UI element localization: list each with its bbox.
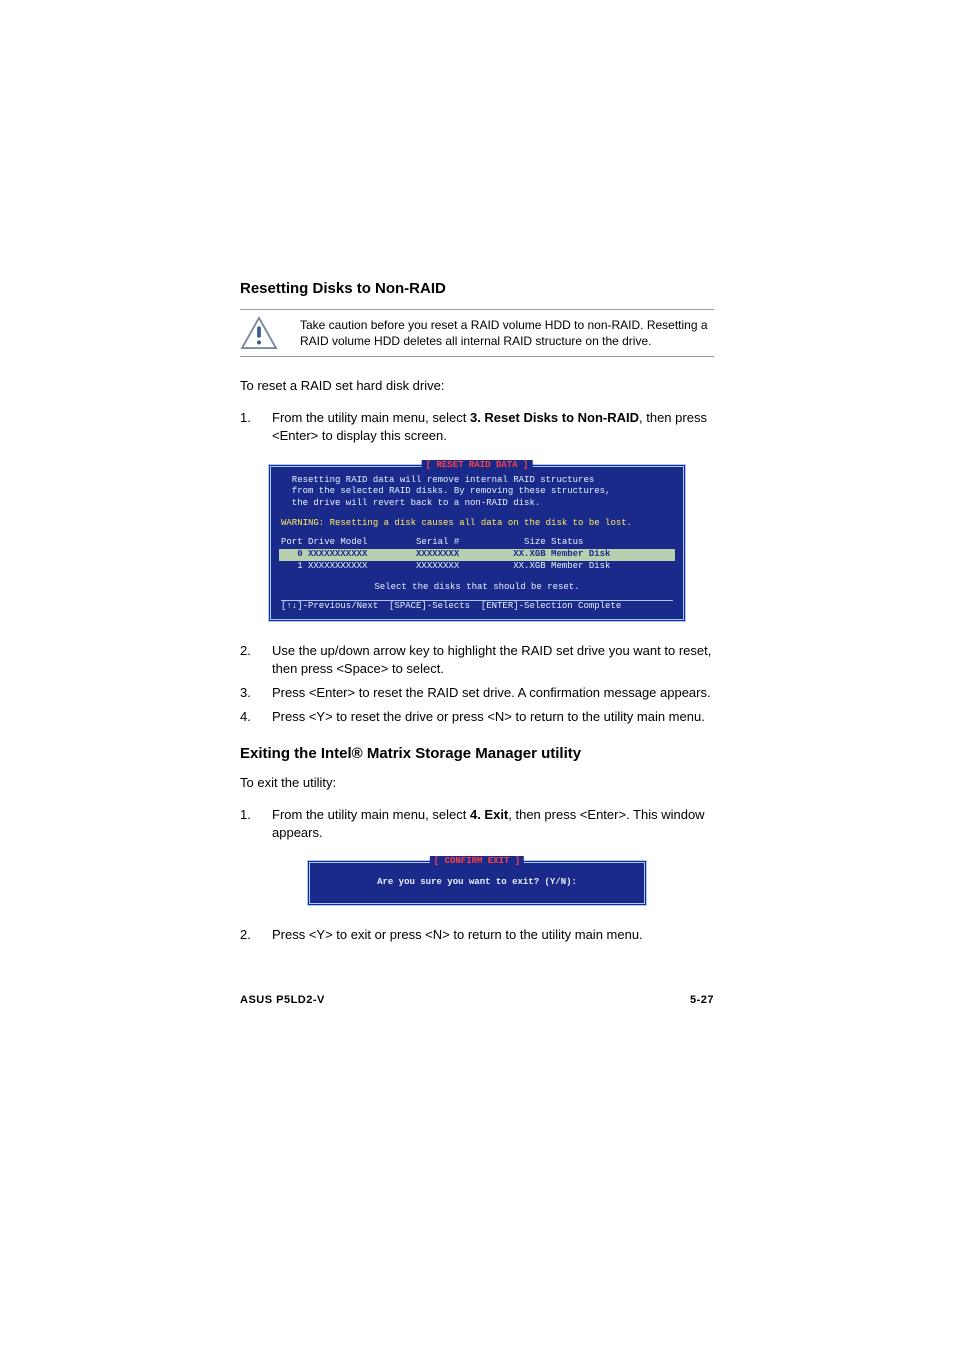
step-number: 1. — [240, 806, 272, 842]
step-number: 2. — [240, 926, 272, 944]
intro-exit: To exit the utility: — [240, 774, 714, 792]
bios-table-row[interactable]: 1 XXXXXXXXXXX XXXXXXXX XX.XGB Member Dis… — [281, 561, 673, 573]
bios-footer-hints: [↑↓]-Previous/Next [SPACE]-Selects [ENTE… — [281, 600, 673, 613]
step-text-part: From the utility main menu, select — [272, 410, 470, 425]
bios-reset-raid-screen: [ RESET RAID DATA ] Resetting RAID data … — [268, 464, 686, 622]
bios-text: from the selected RAID disks. By removin… — [281, 486, 673, 498]
steps-reset: 1. From the utility main menu, select 3.… — [240, 409, 714, 445]
footer-product: ASUS P5LD2-V — [240, 994, 325, 1006]
step-text: Press <Enter> to reset the RAID set driv… — [272, 684, 714, 702]
list-item: 3. Press <Enter> to reset the RAID set d… — [240, 684, 714, 702]
list-item: 2. Use the up/down arrow key to highligh… — [240, 642, 714, 678]
bios-text: Resetting RAID data will remove internal… — [281, 475, 673, 487]
step-text: Press <Y> to reset the drive or press <N… — [272, 708, 714, 726]
section-heading-exit: Exiting the Intel® Matrix Storage Manage… — [240, 745, 714, 762]
step-text-bold: 4. Exit — [470, 807, 508, 822]
step-text-part: From the utility main menu, select — [272, 807, 470, 822]
bios-table-header: Port Drive Model Serial # Size Status — [281, 537, 673, 549]
bios-title: [ RESET RAID DATA ] — [422, 460, 533, 472]
step-text: From the utility main menu, select 3. Re… — [272, 409, 714, 445]
caution-icon — [240, 316, 278, 350]
page-footer: ASUS P5LD2-V 5-27 — [240, 994, 714, 1006]
step-text: Press <Y> to exit or press <N> to return… — [272, 926, 714, 944]
caution-block: Take caution before you reset a RAID vol… — [240, 309, 714, 357]
step-text: Use the up/down arrow key to highlight t… — [272, 642, 714, 678]
step-text: From the utility main menu, select 4. Ex… — [272, 806, 714, 842]
list-item: 4. Press <Y> to reset the drive or press… — [240, 708, 714, 726]
list-item: 1. From the utility main menu, select 4.… — [240, 806, 714, 842]
bios-text: the drive will revert back to a non-RAID… — [281, 498, 673, 510]
bios-warning: WARNING: Resetting a disk causes all dat… — [281, 518, 673, 530]
bios-confirm-exit-screen: [ CONFIRM EXIT ] Are you sure you want t… — [307, 860, 647, 906]
list-item: 1. From the utility main menu, select 3.… — [240, 409, 714, 445]
step-text-bold: 3. Reset Disks to Non-RAID — [470, 410, 639, 425]
step-number: 3. — [240, 684, 272, 702]
section-heading-reset: Resetting Disks to Non-RAID — [240, 280, 714, 297]
list-item: 2. Press <Y> to exit or press <N> to ret… — [240, 926, 714, 944]
steps-exit-cont: 2. Press <Y> to exit or press <N> to ret… — [240, 926, 714, 944]
steps-exit: 1. From the utility main menu, select 4.… — [240, 806, 714, 842]
bios-prompt: Select the disks that should be reset. — [281, 582, 673, 594]
bios-title: [ CONFIRM EXIT ] — [430, 856, 524, 868]
caution-text: Take caution before you reset a RAID vol… — [300, 317, 714, 349]
step-number: 2. — [240, 642, 272, 678]
step-number: 1. — [240, 409, 272, 445]
footer-page-number: 5-27 — [690, 994, 714, 1006]
step-number: 4. — [240, 708, 272, 726]
bios-table-row-selected[interactable]: 0 XXXXXXXXXXX XXXXXXXX XX.XGB Member Dis… — [279, 549, 675, 561]
bios-exit-prompt[interactable]: Are you sure you want to exit? (Y/N): — [320, 877, 634, 889]
steps-reset-cont: 2. Use the up/down arrow key to highligh… — [240, 642, 714, 727]
intro-reset: To reset a RAID set hard disk drive: — [240, 377, 714, 395]
